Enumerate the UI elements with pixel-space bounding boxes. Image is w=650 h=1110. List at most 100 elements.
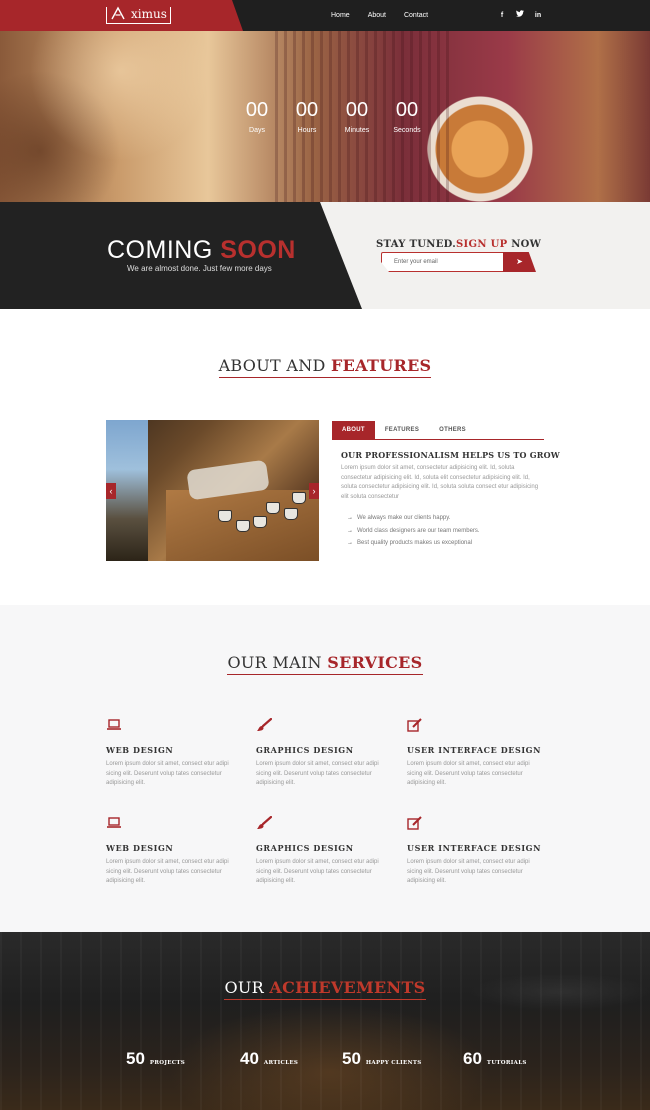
top-navbar: ximus Home About Contact f in	[0, 0, 650, 31]
slider-photo-cup	[253, 516, 267, 528]
nav-about[interactable]: About	[368, 0, 386, 31]
about-subheading: OUR PROFESSIONALISM HELPS US TO GROW	[341, 450, 560, 460]
countdown-days-label: Days	[249, 127, 265, 134]
stat-label: TUTORIALS	[486, 1060, 527, 1066]
slider-prev-button[interactable]: ‹	[106, 483, 116, 499]
stat-articles: 40 ARTICLES	[240, 1049, 298, 1069]
services-heading-a: OUR MAIN	[227, 653, 328, 672]
countdown-days-value: 00	[245, 99, 269, 121]
countdown-seconds-value: 00	[395, 99, 419, 121]
stat-label: HAPPY CLIENTS	[365, 1060, 422, 1066]
stat-value: 50	[342, 1049, 361, 1068]
slider-photo-cup	[236, 520, 250, 532]
email-input[interactable]: Enter your email	[381, 252, 506, 272]
services-heading-underline: OUR MAIN SERVICES	[227, 653, 423, 675]
stat-value: 60	[463, 1049, 482, 1068]
service-title: WEB DESIGN	[106, 843, 174, 853]
list-item: Best quality products makes us exception…	[347, 537, 480, 550]
service-text: Lorem ipsum dolor sit amet, consect etur…	[256, 859, 379, 884]
signup-title-b: SIGN UP	[456, 239, 508, 250]
about-paragraph: Lorem ipsum dolor sit amet, consectetur …	[341, 465, 539, 500]
service-text: Lorem ipsum dolor sit amet, consect etur…	[256, 761, 379, 786]
about-feature-list: We always make our clients happy. World …	[347, 512, 480, 550]
paintbrush-icon	[257, 815, 273, 829]
achievements-heading-b: ACHIEVEMENTS	[269, 978, 426, 997]
slider-photo-cup	[266, 502, 280, 514]
service-title: USER INTERFACE DESIGN	[407, 745, 542, 755]
about-heading: ABOUT AND FEATURES	[0, 356, 650, 378]
paintbrush-icon	[257, 717, 273, 731]
facebook-icon[interactable]: f	[493, 0, 511, 31]
stat-happy-clients: 50 HAPPY CLIENTS	[342, 1049, 422, 1069]
social-links: f in	[493, 0, 547, 31]
service-card-graphics-design: GRAPHICS DESIGN Lorem ipsum dolor sit am…	[256, 717, 396, 789]
hero-banner: 00 Days 00 Hours 00 Minutes 00 Seconds	[0, 31, 650, 202]
nav-home[interactable]: Home	[331, 0, 350, 31]
service-title: GRAPHICS DESIGN	[256, 843, 354, 853]
about-tabs: ABOUT FEATURES OTHERS	[332, 421, 544, 440]
stat-label: PROJECTS	[149, 1060, 186, 1066]
site-logo[interactable]: ximus	[106, 6, 171, 24]
main-nav: Home About Contact	[322, 0, 437, 31]
laptop-icon	[107, 719, 121, 730]
countdown-seconds-label: Seconds	[393, 127, 421, 134]
stat-value: 50	[126, 1049, 145, 1068]
slider-photo-cup	[284, 508, 298, 520]
countdown-timer: 00 Days 00 Hours 00 Minutes 00 Seconds	[232, 99, 432, 134]
about-image-slider[interactable]: ‹ ›	[106, 420, 319, 561]
stat-tutorials: 60 TUTORIALS	[463, 1049, 527, 1069]
coming-soon-band: COMING SOON We are almost done. Just few…	[0, 202, 650, 309]
coming-soon-title-b: SOON	[220, 236, 296, 264]
service-title: USER INTERFACE DESIGN	[407, 843, 542, 853]
service-text: Lorem ipsum dolor sit amet, consect etur…	[407, 859, 530, 884]
twitter-icon[interactable]	[511, 0, 529, 31]
slider-photo-cup	[218, 510, 232, 522]
stat-projects: 50 PROJECTS	[126, 1049, 185, 1069]
services-heading: OUR MAIN SERVICES	[0, 653, 650, 675]
countdown-hours-value: 00	[295, 99, 319, 121]
signup-submit-button[interactable]: ➤	[503, 252, 536, 272]
stat-label: ARTICLES	[263, 1060, 299, 1066]
service-card-graphics-design: GRAPHICS DESIGN Lorem ipsum dolor sit am…	[256, 815, 396, 887]
tab-features[interactable]: FEATURES	[375, 421, 429, 439]
service-text: Lorem ipsum dolor sit amet, consect etur…	[407, 761, 530, 786]
signup-title: STAY TUNED.SIGN UP NOW	[376, 239, 541, 250]
countdown-seconds: 00 Seconds	[382, 99, 432, 134]
tab-about[interactable]: ABOUT	[332, 421, 375, 439]
achievements-heading-underline: OUR ACHIEVEMENTS	[224, 978, 426, 1000]
about-heading-underline: ABOUT AND FEATURES	[218, 356, 432, 378]
service-title: GRAPHICS DESIGN	[256, 745, 354, 755]
stat-value: 40	[240, 1049, 259, 1068]
logo-text: ximus	[131, 7, 167, 21]
coming-soon-title: COMING SOON	[107, 236, 296, 265]
service-card-ui-design: USER INTERFACE DESIGN Lorem ipsum dolor …	[407, 718, 547, 789]
coming-soon-subtitle: We are almost done. Just few more days	[127, 264, 272, 273]
achievements-heading-a: OUR	[224, 978, 270, 997]
linkedin-icon[interactable]: in	[529, 0, 547, 31]
service-card-web-design: WEB DESIGN Lorem ipsum dolor sit amet, c…	[106, 816, 246, 887]
tab-others[interactable]: OTHERS	[429, 421, 476, 439]
logo-mark-icon	[111, 6, 125, 20]
coming-soon-title-a: COMING	[107, 236, 221, 264]
countdown-minutes-value: 00	[345, 99, 369, 121]
list-item: We always make our clients happy.	[347, 512, 480, 525]
achievements-section: OUR ACHIEVEMENTS 50 PROJECTS 40 ARTICLES…	[0, 932, 650, 1110]
slider-photo-cup	[292, 492, 306, 504]
slider-next-button[interactable]: ›	[309, 483, 319, 499]
service-title: WEB DESIGN	[106, 745, 174, 755]
services-heading-b: SERVICES	[327, 653, 423, 672]
service-text: Lorem ipsum dolor sit amet, consect etur…	[106, 761, 229, 786]
countdown-hours: 00 Hours	[282, 99, 332, 134]
edit-icon	[407, 816, 422, 830]
laptop-icon	[107, 817, 121, 828]
service-card-ui-design: USER INTERFACE DESIGN Lorem ipsum dolor …	[407, 816, 547, 887]
service-text: Lorem ipsum dolor sit amet, consect etur…	[106, 859, 229, 884]
list-item: World class designers are our team membe…	[347, 525, 480, 538]
nav-contact[interactable]: Contact	[404, 0, 428, 31]
countdown-minutes-label: Minutes	[344, 127, 370, 134]
about-heading-b: FEATURES	[331, 356, 432, 375]
edit-icon	[407, 718, 422, 732]
countdown-minutes: 00 Minutes	[332, 99, 382, 134]
signup-title-a: STAY TUNED.	[376, 239, 457, 250]
achievements-heading: OUR ACHIEVEMENTS	[0, 978, 650, 1000]
